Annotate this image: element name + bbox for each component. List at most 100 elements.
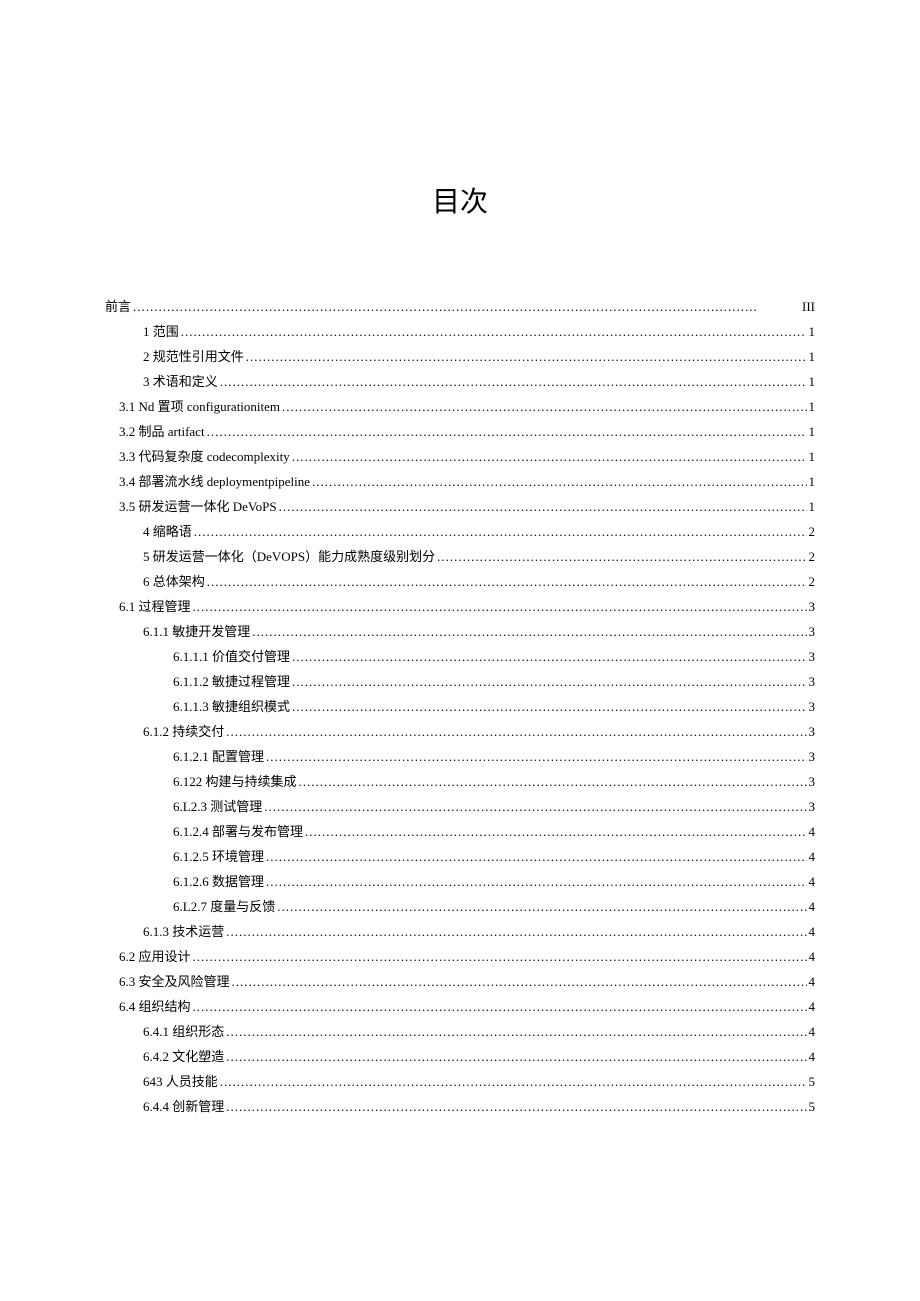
toc-entry: 4 缩略语 2	[143, 525, 815, 538]
toc-label: 6.1.1.2 敏捷过程管理	[173, 675, 290, 688]
toc-entry: 前言 III	[105, 300, 815, 313]
toc-dots	[232, 975, 807, 988]
toc-entry: 3.1 Nd 置项 configurationitem1	[119, 400, 815, 413]
toc-page-number: 4	[809, 1000, 816, 1013]
toc-entry: 1 范围 1	[143, 325, 815, 338]
toc-dots	[266, 850, 806, 863]
toc-label: 3.5 研发运营一体化 DeVoPS	[119, 500, 277, 513]
toc-page-number: III	[802, 300, 815, 313]
toc-entry: 6.4.1 组织形态4	[143, 1025, 815, 1038]
toc-dots	[226, 925, 806, 938]
toc-label: 6.1.2.5 环境管理	[173, 850, 264, 863]
toc-dots	[264, 800, 806, 813]
toc-label: 3 术语和定义	[143, 375, 218, 388]
toc-dots	[299, 775, 807, 788]
toc-label: 6.4.4 创新管理	[143, 1100, 224, 1113]
toc-page-number: 4	[809, 900, 816, 913]
toc-page-number: 1	[809, 500, 816, 513]
toc-label: 6.1.2 持续交付	[143, 725, 224, 738]
toc-dots	[292, 450, 807, 463]
toc-entry: 6.1.2.4 部署与发布管理4	[173, 825, 815, 838]
toc-entry: 6.1.1.3 敏捷组织模式3	[173, 700, 815, 713]
toc-label: 6.L2.7 度量与反馈	[173, 900, 275, 913]
toc-dots	[266, 875, 806, 888]
toc-dots	[207, 425, 807, 438]
toc-entry: 6.L2.7 度量与反馈 4	[173, 900, 815, 913]
toc-label: 前言	[105, 300, 131, 313]
table-of-contents: 前言 III 1 范围 1 2 规范性引用文件 1 3 术语和定义 1 3.1 Nd 置项 co…	[105, 300, 815, 1113]
toc-dots	[220, 1075, 807, 1088]
toc-label: 6.4.2 文化塑造	[143, 1050, 224, 1063]
toc-page-number: 4	[809, 925, 816, 938]
toc-label: 3.2 制品 artifact	[119, 425, 205, 438]
toc-page-number: 1	[809, 350, 816, 363]
toc-page-number: 3	[809, 800, 816, 813]
toc-label: 2 规范性引用文件	[143, 350, 244, 363]
toc-label: 6.1.3 技术运营	[143, 925, 224, 938]
toc-label: 6.122 构建与持续集成	[173, 775, 297, 788]
toc-page-number: 3	[809, 750, 816, 763]
toc-label: 6.1.1 敏捷开发管理	[143, 625, 250, 638]
toc-dots	[246, 350, 807, 363]
toc-dots	[292, 700, 806, 713]
toc-page-number: 1	[809, 325, 816, 338]
toc-entry: 6.L2.3 测试管理 3	[173, 800, 815, 813]
toc-entry: 6.1.1 敏捷开发管理3	[143, 625, 815, 638]
toc-label: 6.3 安全及风险管理	[119, 975, 230, 988]
toc-entry: 6.4.2 文化塑造4	[143, 1050, 815, 1063]
toc-dots	[292, 675, 806, 688]
toc-entry: 6.4.4 创新管理 5	[143, 1100, 815, 1113]
toc-label: 6.L2.3 测试管理	[173, 800, 262, 813]
toc-dots	[312, 475, 806, 488]
toc-entry: 6.2 应用设计4	[119, 950, 815, 963]
toc-label: 4 缩略语	[143, 525, 192, 538]
toc-label: 3.4 部署流水线 deploymentpipeline	[119, 475, 310, 488]
toc-dots	[133, 300, 800, 313]
toc-page-number: 5	[809, 1100, 816, 1113]
page-title: 目次	[105, 180, 815, 220]
toc-entry: 6.122 构建与持续集成3	[173, 775, 815, 788]
toc-entry: 3 术语和定义 1	[143, 375, 815, 388]
toc-entry: 6.1 过程管理3	[119, 600, 815, 613]
toc-dots	[305, 825, 806, 838]
toc-dots	[266, 750, 806, 763]
toc-dots	[193, 600, 807, 613]
toc-page-number: 3	[809, 725, 816, 738]
toc-label: 6.1 过程管理	[119, 600, 191, 613]
toc-label: 6.4 组织结构	[119, 1000, 191, 1013]
toc-entry: 6.1.3 技术运营 4	[143, 925, 815, 938]
toc-entry: 6.1.1.2 敏捷过程管理3	[173, 675, 815, 688]
toc-entry: 6.4 组织结构 4	[119, 1000, 815, 1013]
toc-entry: 2 规范性引用文件 1	[143, 350, 815, 363]
toc-label: 6.2 应用设计	[119, 950, 191, 963]
toc-entry: 643 人员技能5	[143, 1075, 815, 1088]
toc-label: 6.1.2.6 数据管理	[173, 875, 264, 888]
toc-dots	[292, 650, 806, 663]
toc-page-number: 1	[809, 475, 816, 488]
toc-label: 5 研发运营一体化（DeVOPS）能力成熟度级别划分	[143, 550, 435, 563]
toc-page-number: 4	[809, 850, 816, 863]
toc-dots	[226, 1100, 806, 1113]
toc-page-number: 2	[809, 575, 816, 588]
toc-entry: 3.5 研发运营一体化 DeVoPS 1	[119, 500, 815, 513]
toc-page-number: 2	[809, 525, 816, 538]
toc-page-number: 1	[809, 375, 816, 388]
toc-label: 1 范围	[143, 325, 179, 338]
toc-dots	[193, 950, 807, 963]
toc-entry: 5 研发运营一体化（DeVOPS）能力成熟度级别划分2	[143, 550, 815, 563]
toc-dots	[282, 400, 806, 413]
toc-dots	[181, 325, 807, 338]
toc-dots	[194, 525, 807, 538]
toc-entry: 6.1.1.1 价值交付管理 3	[173, 650, 815, 663]
toc-page-number: 4	[809, 825, 816, 838]
toc-page-number: 3	[809, 650, 816, 663]
toc-dots	[226, 1050, 806, 1063]
toc-entry: 6.3 安全及风险管理 4	[119, 975, 815, 988]
toc-page-number: 4	[809, 975, 816, 988]
toc-label: 6.1.1.1 价值交付管理	[173, 650, 290, 663]
toc-dots	[252, 625, 806, 638]
toc-page-number: 3	[809, 700, 816, 713]
document-page: 目次 前言 III 1 范围 1 2 规范性引用文件 1 3 术语和定义 1 3.1 Nd 置项…	[0, 0, 920, 1185]
toc-entry: 6.1.2 持续交付 3	[143, 725, 815, 738]
toc-label: 3.1 Nd 置项 configurationitem	[119, 400, 280, 413]
